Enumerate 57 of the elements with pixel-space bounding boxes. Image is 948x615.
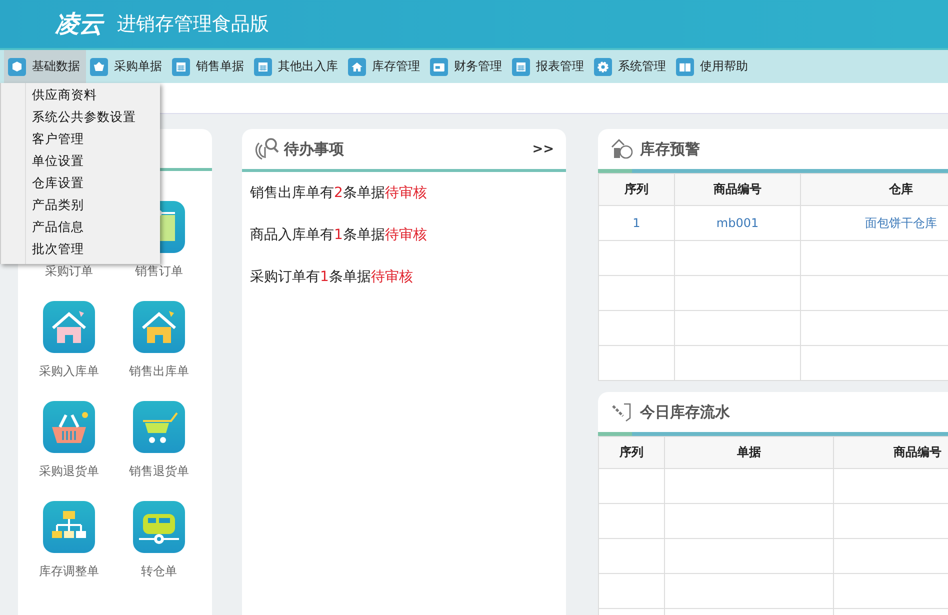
book-icon (676, 58, 694, 76)
menu-item[interactable]: 采购单据 (86, 50, 168, 83)
settings-icon (594, 58, 612, 76)
shortcut-label[interactable]: 采购退货单 (39, 463, 99, 480)
card-icon (430, 58, 448, 76)
dropdown-item[interactable]: 系统公共参数设置 (1, 106, 160, 128)
table-cell: mb001 (716, 216, 759, 230)
shortcut-label[interactable]: 采购入库单 (39, 363, 99, 380)
app-title: 进销存管理食品版 (117, 12, 269, 37)
dropdown-item[interactable]: 供应商资料 (1, 84, 160, 106)
house-icon (348, 58, 366, 76)
dropdown-item[interactable]: 单位设置 (1, 150, 160, 172)
shortcut-label[interactable]: 销售退货单 (129, 463, 189, 480)
column-header: 序列 (624, 182, 648, 196)
panel-title: 库存预警 (640, 140, 700, 158)
column-header: 商品编号 (894, 445, 942, 459)
column-header: 商品编号 (714, 182, 762, 196)
menu-item[interactable]: 系统管理 (590, 50, 672, 83)
shortcut-label[interactable]: 库存调整单 (39, 563, 99, 580)
house-icon[interactable] (133, 301, 185, 353)
dropdown-item[interactable]: 批次管理 (1, 238, 160, 260)
column-header: 序列 (620, 445, 644, 459)
dropdown-item[interactable]: 客户管理 (1, 128, 160, 150)
menu-item[interactable]: 销售单据 (168, 50, 250, 83)
column-header: 单据 (737, 445, 761, 459)
menu-item[interactable]: 其他出入库 (250, 50, 344, 83)
shortcut-label[interactable]: 转仓单 (141, 563, 177, 580)
menu-item[interactable]: 基础数据 (4, 50, 86, 83)
cube-icon (8, 58, 26, 76)
dropdown-item[interactable]: 产品类别 (1, 194, 160, 216)
menu-item[interactable]: 报表管理 (508, 50, 590, 83)
more-link[interactable]: >> (532, 142, 554, 156)
calendar-icon (172, 58, 190, 76)
todo-item[interactable]: 采购订单有1条单据待审核 (250, 268, 558, 286)
menu-item[interactable]: 财务管理 (426, 50, 508, 83)
column-header: 仓库 (889, 182, 913, 196)
trailer-icon[interactable] (133, 501, 185, 553)
todo-item[interactable]: 商品入库单有1条单据待审核 (250, 226, 558, 244)
dropdown-item[interactable]: 仓库设置 (1, 172, 160, 194)
table-cell: 面包饼干仓库 (865, 216, 937, 230)
logo-text: 凌云 (55, 9, 103, 40)
calendar-icon (254, 58, 272, 76)
hierarchy-icon[interactable] (43, 501, 95, 553)
panel-title: 今日库存流水 (640, 402, 730, 422)
todo-item[interactable]: 销售出库单有2条单据待审核 (250, 184, 558, 202)
menu-item[interactable]: 使用帮助 (672, 50, 754, 83)
house-icon[interactable] (43, 301, 95, 353)
shortcut-label[interactable]: 销售订单 (135, 263, 183, 280)
table-cell: 1 (632, 216, 640, 230)
shortcut-label[interactable]: 采购订单 (45, 263, 93, 280)
menu-item[interactable]: 库存管理 (344, 50, 426, 83)
dropdown-item[interactable]: 产品信息 (1, 216, 160, 238)
calendar-icon (512, 58, 530, 76)
cart-icon[interactable] (133, 401, 185, 453)
panel-title: 待办事项 (284, 140, 344, 158)
globe-search-icon (254, 137, 280, 161)
shortcut-label[interactable]: 销售出库单 (129, 363, 189, 380)
